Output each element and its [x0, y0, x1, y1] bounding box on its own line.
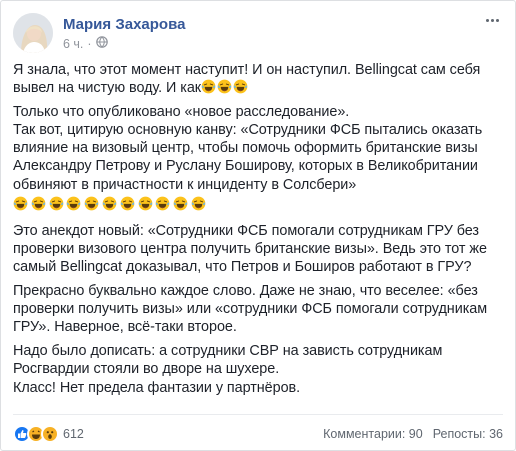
facebook-post: Мария Захарова 6 ч. · Я знала, что этот … — [0, 0, 516, 451]
post-paragraph-2: Только что опубликовано «новое расследов… — [13, 104, 483, 193]
post-paragraph-1: Я знала, что этот момент наступит! И он … — [13, 61, 503, 97]
comments-count-link[interactable]: Комментарии: 90 — [323, 427, 423, 441]
laughing-tears-emoji — [191, 196, 207, 214]
more-options-icon[interactable] — [481, 11, 503, 29]
post-header: Мария Захарова 6 ч. · — [13, 13, 503, 53]
reactions-summary[interactable]: 612 — [13, 425, 84, 443]
wow-reaction-icon — [41, 425, 59, 443]
post-paragraph-4: Прекрасно буквально каждое слово. Даже н… — [13, 283, 488, 336]
globe-icon[interactable] — [95, 36, 108, 51]
author-avatar[interactable] — [13, 13, 53, 53]
laughing-tears-emoji — [138, 196, 154, 214]
post-paragraph-5: Надо было дописать: а сотрудники СВР на … — [13, 343, 443, 396]
laughing-tears-emoji — [233, 79, 249, 97]
meta-separator: · — [87, 36, 92, 51]
emoji-row — [13, 196, 503, 214]
reaction-count: 612 — [63, 427, 84, 441]
author-name[interactable]: Мария Захарова — [63, 16, 185, 33]
post-paragraph-3: Это анекдот новый: «Сотрудники ФСБ помог… — [13, 222, 487, 275]
laughing-tears-emoji — [66, 196, 82, 214]
laughing-tears-emoji — [120, 196, 136, 214]
laughing-tears-emoji — [49, 196, 65, 214]
post-time[interactable]: 6 ч. — [63, 37, 83, 51]
post-footer: 612 Комментарии: 90 Репосты: 36 — [13, 414, 503, 447]
laughing-tears-emoji — [31, 196, 47, 214]
laughing-tears-emoji — [102, 196, 118, 214]
laughing-tears-emoji — [173, 196, 189, 214]
post-body: Я знала, что этот момент наступит! И он … — [13, 61, 503, 403]
laughing-tears-emoji — [155, 196, 171, 214]
shares-count-link[interactable]: Репосты: 36 — [433, 427, 503, 441]
inline-emoji-group — [201, 79, 249, 97]
laughing-tears-emoji — [201, 79, 217, 97]
laughing-tears-emoji — [13, 196, 29, 214]
post-stats: Комментарии: 90 Репосты: 36 — [323, 427, 503, 441]
post-meta: 6 ч. · — [63, 36, 108, 51]
laughing-tears-emoji — [84, 196, 100, 214]
laughing-tears-emoji — [217, 79, 233, 97]
